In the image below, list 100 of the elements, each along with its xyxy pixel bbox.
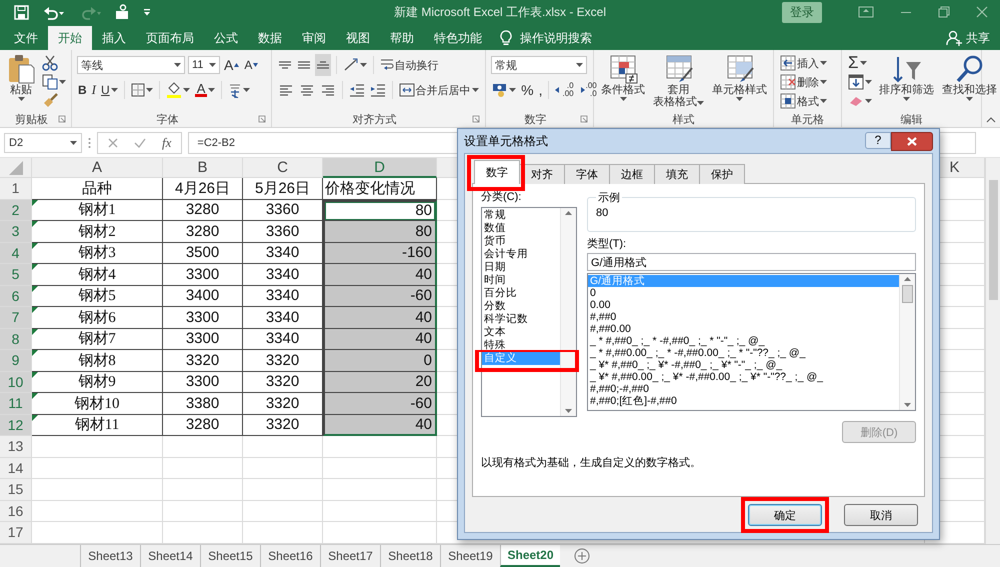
insert-function-button[interactable]: fx: [162, 134, 172, 150]
category-list[interactable]: 常规 数值 货币 会计专用 日期 时间 百分比 分数 科学记数 文本 特殊 自定义: [481, 207, 577, 417]
copy-button[interactable]: [41, 73, 67, 91]
dialog-tab[interactable]: 字体: [564, 164, 610, 184]
help-button[interactable]: ?: [865, 132, 891, 148]
row-header[interactable]: 10: [0, 372, 32, 393]
menu-tab[interactable]: 审阅: [292, 26, 336, 50]
category-item[interactable]: 百分比: [482, 287, 560, 300]
menu-tab[interactable]: 帮助: [380, 26, 424, 50]
menu-tab[interactable]: 视图: [336, 26, 380, 50]
menu-tab[interactable]: 特色功能: [424, 26, 492, 50]
category-item[interactable]: 数值: [482, 222, 560, 235]
row-header[interactable]: 9: [0, 350, 32, 372]
category-item[interactable]: 科学记数: [482, 313, 560, 326]
row-header[interactable]: 15: [0, 479, 32, 500]
format-item[interactable]: _ * #,##0_ ;_ * -#,##0_ ;_ * "-"_ ;_ @_: [588, 335, 899, 347]
tell-me-search[interactable]: 操作说明搜索: [520, 30, 592, 46]
scroll-thumb[interactable]: [902, 285, 913, 303]
underline-button[interactable]: U: [100, 79, 119, 101]
dialog-tab[interactable]: 保护: [699, 164, 745, 184]
close-button[interactable]: [891, 132, 933, 150]
autosum-button[interactable]: Σ: [847, 54, 873, 72]
fill-button[interactable]: [847, 73, 873, 91]
row-header[interactable]: 8: [0, 328, 32, 350]
increase-decimal-button[interactable]: .0 .00: [554, 79, 575, 101]
format-item[interactable]: _ ¥* #,##0_ ;_ ¥* -#,##0_ ;_ ¥* "-"_ ;_ @_: [588, 359, 899, 371]
sheet-tab[interactable]: Sheet16: [260, 544, 320, 567]
dialog-launcher-icon[interactable]: [580, 115, 588, 123]
comma-button[interactable]: ,: [538, 79, 544, 101]
italic-button[interactable]: I: [90, 79, 98, 101]
menu-tab[interactable]: 插入: [92, 26, 136, 50]
menu-tab[interactable]: 文件: [4, 26, 48, 50]
menu-tab[interactable]: 页面布局: [136, 26, 204, 50]
row-header[interactable]: 6: [0, 286, 32, 307]
row-header[interactable]: 3: [0, 221, 32, 242]
wrap-text-button[interactable]: 自动换行: [378, 54, 440, 76]
delete-cells-button[interactable]: 删除: [779, 73, 828, 91]
conditional-formatting-button[interactable]: 条件格式: [599, 54, 648, 110]
percent-button[interactable]: %: [520, 79, 535, 101]
sort-filter-button[interactable]: 排序和筛选: [877, 54, 936, 110]
row-header[interactable]: 4: [0, 242, 32, 264]
sheet-tab[interactable]: Sheet13: [80, 544, 140, 567]
menu-tab[interactable]: 开始: [48, 26, 92, 50]
format-as-table-button[interactable]: 套用 表格格式: [651, 54, 706, 110]
format-item[interactable]: 0: [588, 287, 899, 299]
column-header[interactable]: A: [32, 158, 163, 178]
menu-tab[interactable]: 公式: [204, 26, 248, 50]
restore-icon[interactable]: [938, 6, 950, 18]
ribbon-display-icon[interactable]: [858, 6, 874, 18]
dialog-launcher-icon[interactable]: [258, 115, 266, 123]
format-item[interactable]: #,##0: [588, 311, 899, 323]
format-item[interactable]: _ ¥* #,##0.00_ ;_ ¥* -#,##0.00_ ;_ ¥* "-"??_ ;_ @_: [588, 371, 899, 383]
menu-tab[interactable]: 数据: [248, 26, 292, 50]
touch-mode-icon[interactable]: [115, 4, 129, 20]
sheet-tab[interactable]: Sheet17: [320, 544, 380, 567]
cell-styles-button[interactable]: 单元格样式: [710, 54, 770, 110]
sheet-tab[interactable]: Sheet15: [200, 544, 260, 567]
row-header[interactable]: 5: [0, 264, 32, 286]
format-item[interactable]: #,##0;[红色]-#,##0: [588, 395, 899, 407]
merge-center-button[interactable]: 合并后居中: [398, 79, 480, 101]
login-button[interactable]: 登录: [782, 2, 822, 22]
row-header[interactable]: 7: [0, 307, 32, 328]
shrink-font-button[interactable]: A: [243, 54, 260, 76]
close-icon[interactable]: [976, 6, 988, 18]
collapse-ribbon-icon[interactable]: [986, 117, 996, 123]
category-item[interactable]: 时间: [482, 274, 560, 287]
category-item[interactable]: 会计专用: [482, 248, 560, 261]
name-box[interactable]: D2: [4, 132, 82, 152]
scroll-up-icon[interactable]: [904, 277, 911, 281]
category-item[interactable]: 文本: [482, 326, 560, 339]
sheet-tab[interactable]: Sheet14: [140, 544, 200, 567]
undo-icon[interactable]: [43, 4, 65, 20]
column-header[interactable]: B: [163, 158, 243, 178]
column-header[interactable]: C: [243, 158, 323, 178]
format-item[interactable]: #,##0;-#,##0: [588, 383, 899, 395]
dialog-tab[interactable]: 边框: [609, 164, 655, 184]
format-item[interactable]: 0.00: [588, 299, 899, 311]
row-header[interactable]: 11: [0, 393, 32, 414]
decrease-decimal-button[interactable]: .00 .0: [578, 79, 598, 101]
save-icon[interactable]: [14, 4, 29, 20]
format-item[interactable]: #,##0.00: [588, 323, 899, 335]
scroll-up-icon[interactable]: [565, 211, 572, 215]
row-header[interactable]: 2: [0, 200, 32, 221]
sheet-tab[interactable]: Sheet20: [500, 544, 560, 567]
category-item[interactable]: 货币: [482, 235, 560, 248]
find-select-button[interactable]: 查找和选择: [940, 54, 999, 110]
scroll-down-icon[interactable]: [904, 403, 911, 407]
font-color-button[interactable]: A: [194, 79, 216, 101]
dialog-launcher-icon[interactable]: [58, 115, 66, 123]
row-header[interactable]: 14: [0, 458, 32, 479]
bold-button[interactable]: B: [77, 79, 88, 101]
column-header[interactable]: D: [323, 158, 437, 178]
ok-button[interactable]: 确定: [748, 504, 822, 526]
insert-cells-button[interactable]: 插入: [779, 54, 828, 72]
row-header[interactable]: 16: [0, 500, 32, 522]
paste-button[interactable]: 粘贴: [5, 54, 37, 110]
person-add-icon[interactable]: [946, 30, 962, 46]
cancel-button[interactable]: 取消: [844, 504, 918, 526]
customize-caret-icon[interactable]: [143, 8, 151, 16]
bottom-align-button[interactable]: [314, 54, 331, 76]
